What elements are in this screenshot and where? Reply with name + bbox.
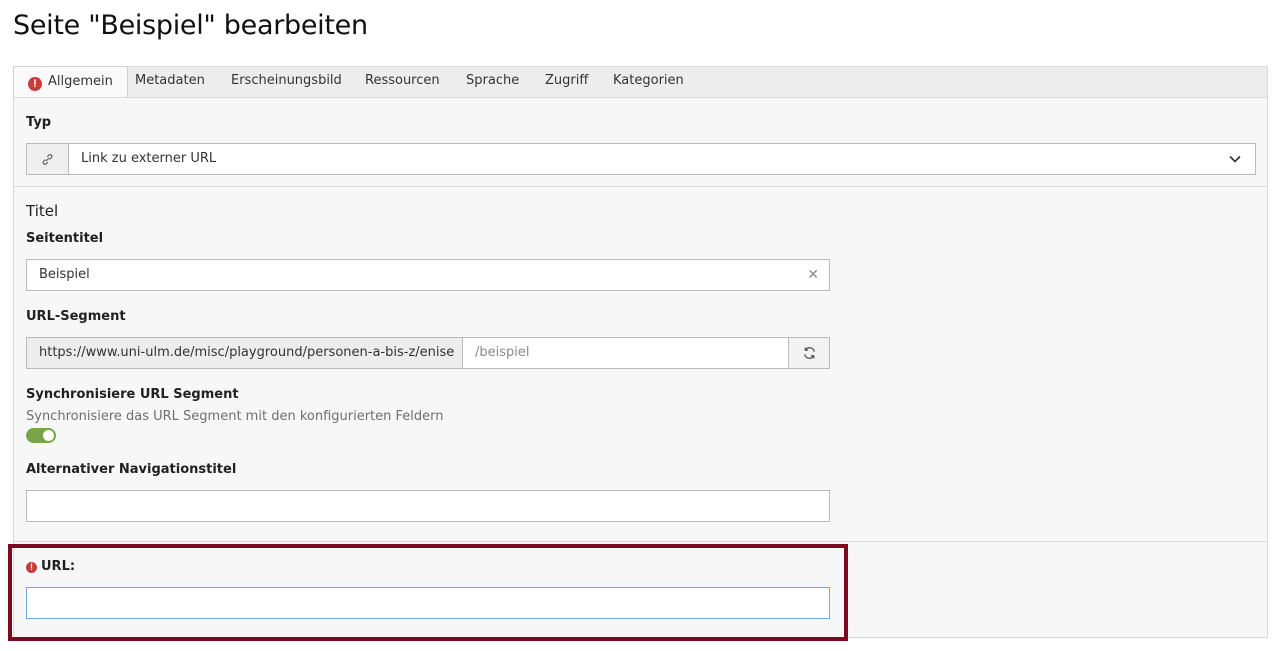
nav-title-input[interactable] (26, 490, 830, 522)
sync-description: Synchronisiere das URL Segment mit den k… (26, 409, 444, 424)
tab-bar: ! Allgemein Metadaten Erscheinungsbild Re… (13, 66, 1268, 99)
tab-label: Allgemein (48, 74, 113, 89)
url-segment-input[interactable]: /beispiel (462, 337, 789, 369)
tab-metadaten[interactable]: Metadaten (121, 66, 219, 98)
tab-ressourcen[interactable]: Ressourcen (351, 66, 454, 98)
page-title-label: Seitentitel (26, 231, 104, 246)
link-icon (42, 154, 53, 165)
nav-title-label: Alternativer Navigationstitel (26, 462, 237, 477)
refresh-segment-button[interactable] (788, 337, 830, 369)
divider (14, 541, 1267, 542)
clear-icon[interactable]: ✕ (807, 260, 819, 290)
type-icon-box (27, 144, 69, 174)
error-icon: ! (26, 562, 37, 573)
tab-kategorien[interactable]: Kategorien (599, 66, 698, 98)
form-panel: Typ Link zu externer URL Titel Seitentit… (13, 97, 1268, 638)
type-select-value: Link zu externer URL (81, 151, 217, 166)
url-input[interactable] (26, 587, 830, 619)
error-icon: ! (28, 77, 42, 91)
tab-allgemein[interactable]: ! Allgemein (13, 66, 128, 99)
url-prefix: https://www.uni-ulm.de/misc/playground/p… (26, 337, 463, 369)
divider (14, 186, 1267, 187)
type-select[interactable]: Link zu externer URL (26, 143, 1256, 175)
tab-sprache[interactable]: Sprache (452, 66, 533, 98)
sync-label: Synchronisiere URL Segment (26, 387, 239, 402)
url-segment-label: URL-Segment (26, 309, 126, 324)
page-title-input-value: Beispiel (39, 267, 90, 282)
url-label: ! URL: (26, 559, 75, 574)
chevron-down-icon (1229, 155, 1241, 163)
section-heading-titel: Titel (26, 202, 59, 220)
refresh-icon (804, 347, 815, 359)
tab-erscheinungsbild[interactable]: Erscheinungsbild (217, 66, 356, 98)
type-label: Typ (26, 115, 52, 130)
tab-zugriff[interactable]: Zugriff (531, 66, 602, 98)
page-title-input[interactable]: Beispiel ✕ (26, 259, 830, 291)
page-title: Seite "Beispiel" bearbeiten (13, 10, 368, 41)
toggle-knob (43, 430, 54, 441)
url-label-text: URL: (41, 559, 76, 574)
sync-toggle[interactable] (26, 428, 56, 443)
